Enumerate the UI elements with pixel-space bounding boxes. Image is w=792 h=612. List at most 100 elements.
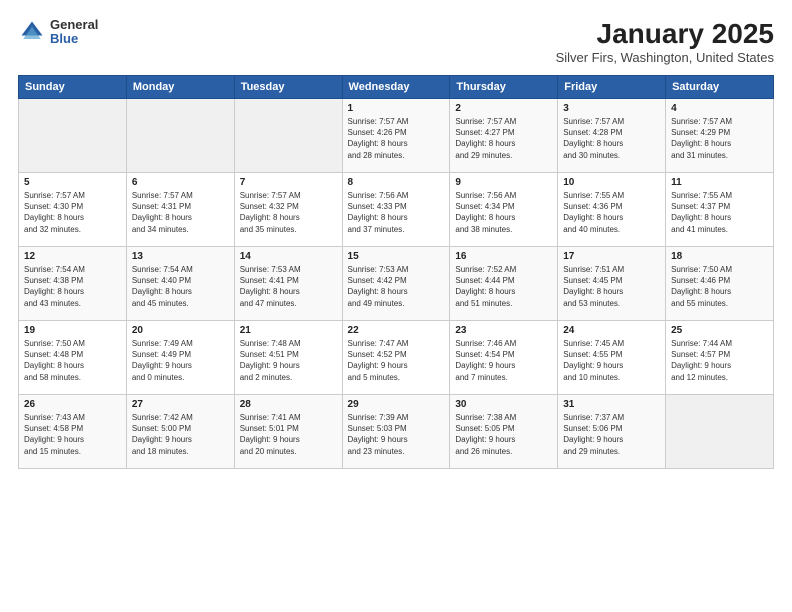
table-row: 4 Sunrise: 7:57 AM Sunset: 4:29 PM Daylig… (666, 99, 774, 173)
day-number: 12 (24, 251, 121, 262)
day-info: Sunrise: 7:50 AM Sunset: 4:48 PM Dayligh… (24, 338, 121, 383)
calendar-week-row: 5 Sunrise: 7:57 AM Sunset: 4:30 PM Daylig… (19, 173, 774, 247)
day-number: 14 (240, 251, 337, 262)
day-number: 30 (455, 399, 552, 410)
day-info: Sunrise: 7:53 AM Sunset: 4:41 PM Dayligh… (240, 264, 337, 309)
col-wednesday: Wednesday (342, 76, 450, 99)
calendar-table: Sunday Monday Tuesday Wednesday Thursday… (18, 75, 774, 469)
table-row: 22 Sunrise: 7:47 AM Sunset: 4:52 PM Dayli… (342, 321, 450, 395)
day-info: Sunrise: 7:57 AM Sunset: 4:29 PM Dayligh… (671, 116, 768, 161)
day-info: Sunrise: 7:39 AM Sunset: 5:03 PM Dayligh… (348, 412, 445, 457)
day-info: Sunrise: 7:53 AM Sunset: 4:42 PM Dayligh… (348, 264, 445, 309)
table-row: 7Sunrise: 7:57 AM Sunset: 4:32 PM Daylig… (234, 173, 342, 247)
day-info: Sunrise: 7:52 AM Sunset: 4:44 PM Dayligh… (455, 264, 552, 309)
table-row (234, 99, 342, 173)
logo-icon (18, 18, 46, 46)
logo: General Blue (18, 18, 98, 47)
day-number: 31 (563, 399, 660, 410)
day-number: 10 (563, 177, 660, 188)
table-row: 21 Sunrise: 7:48 AM Sunset: 4:51 PM Dayli… (234, 321, 342, 395)
col-tuesday: Tuesday (234, 76, 342, 99)
logo-general: General (50, 18, 98, 32)
table-row: 24 Sunrise: 7:45 AM Sunset: 4:55 PM Dayli… (558, 321, 666, 395)
table-row: 27 Sunrise: 7:42 AM Sunset: 5:00 PM Dayli… (126, 395, 234, 469)
day-number: 25 (671, 325, 768, 336)
logo-blue: Blue (50, 32, 98, 46)
table-row: 30 Sunrise: 7:38 AM Sunset: 5:05 PM Dayli… (450, 395, 558, 469)
day-number: 26 (24, 399, 121, 410)
table-row (19, 99, 127, 173)
table-row: 15Sunrise: 7:53 AM Sunset: 4:42 PM Dayli… (342, 247, 450, 321)
day-info: Sunrise: 7:37 AM Sunset: 5:06 PM Dayligh… (563, 412, 660, 457)
day-number: 23 (455, 325, 552, 336)
day-info: Sunrise: 7:38 AM Sunset: 5:05 PM Dayligh… (455, 412, 552, 457)
day-number: 9 (455, 177, 552, 188)
day-info: Sunrise: 7:56 AM Sunset: 4:33 PM Dayligh… (348, 190, 445, 235)
day-number: 8 (348, 177, 445, 188)
day-info: Sunrise: 7:55 AM Sunset: 4:36 PM Dayligh… (563, 190, 660, 235)
table-row: 28 Sunrise: 7:41 AM Sunset: 5:01 PM Dayli… (234, 395, 342, 469)
main-title: January 2025 (556, 18, 774, 50)
day-number: 28 (240, 399, 337, 410)
day-info: Sunrise: 7:57 AM Sunset: 4:30 PM Dayligh… (24, 190, 121, 235)
calendar-week-row: 26Sunrise: 7:43 AM Sunset: 4:58 PM Dayli… (19, 395, 774, 469)
day-info: Sunrise: 7:48 AM Sunset: 4:51 PM Dayligh… (240, 338, 337, 383)
day-info: Sunrise: 7:49 AM Sunset: 4:49 PM Dayligh… (132, 338, 229, 383)
calendar-week-row: 19Sunrise: 7:50 AM Sunset: 4:48 PM Dayli… (19, 321, 774, 395)
col-saturday: Saturday (666, 76, 774, 99)
table-row: 25Sunrise: 7:44 AM Sunset: 4:57 PM Dayli… (666, 321, 774, 395)
day-info: Sunrise: 7:47 AM Sunset: 4:52 PM Dayligh… (348, 338, 445, 383)
day-number: 11 (671, 177, 768, 188)
day-info: Sunrise: 7:57 AM Sunset: 4:26 PM Dayligh… (348, 116, 445, 161)
day-info: Sunrise: 7:50 AM Sunset: 4:46 PM Dayligh… (671, 264, 768, 309)
day-info: Sunrise: 7:57 AM Sunset: 4:27 PM Dayligh… (455, 116, 552, 161)
day-info: Sunrise: 7:42 AM Sunset: 5:00 PM Dayligh… (132, 412, 229, 457)
day-number: 3 (563, 103, 660, 114)
day-info: Sunrise: 7:46 AM Sunset: 4:54 PM Dayligh… (455, 338, 552, 383)
day-number: 5 (24, 177, 121, 188)
table-row: 12Sunrise: 7:54 AM Sunset: 4:38 PM Dayli… (19, 247, 127, 321)
table-row: 1 Sunrise: 7:57 AM Sunset: 4:26 PM Daylig… (342, 99, 450, 173)
day-info: Sunrise: 7:57 AM Sunset: 4:32 PM Dayligh… (240, 190, 337, 235)
calendar-page: General Blue January 2025 Silver Firs, W… (0, 0, 792, 612)
day-number: 4 (671, 103, 768, 114)
day-number: 6 (132, 177, 229, 188)
day-number: 21 (240, 325, 337, 336)
day-info: Sunrise: 7:45 AM Sunset: 4:55 PM Dayligh… (563, 338, 660, 383)
table-row: 13 Sunrise: 7:54 AM Sunset: 4:40 PM Dayli… (126, 247, 234, 321)
table-row: 10 Sunrise: 7:55 AM Sunset: 4:36 PM Dayli… (558, 173, 666, 247)
day-number: 20 (132, 325, 229, 336)
table-row: 19Sunrise: 7:50 AM Sunset: 4:48 PM Dayli… (19, 321, 127, 395)
col-friday: Friday (558, 76, 666, 99)
col-monday: Monday (126, 76, 234, 99)
day-number: 16 (455, 251, 552, 262)
table-row: 23 Sunrise: 7:46 AM Sunset: 4:54 PM Dayli… (450, 321, 558, 395)
table-row: 11 Sunrise: 7:55 AM Sunset: 4:37 PM Dayli… (666, 173, 774, 247)
day-info: Sunrise: 7:55 AM Sunset: 4:37 PM Dayligh… (671, 190, 768, 235)
table-row: 18 Sunrise: 7:50 AM Sunset: 4:46 PM Dayli… (666, 247, 774, 321)
table-row: 16 Sunrise: 7:52 AM Sunset: 4:44 PM Dayli… (450, 247, 558, 321)
table-row: 20 Sunrise: 7:49 AM Sunset: 4:49 PM Dayli… (126, 321, 234, 395)
day-number: 18 (671, 251, 768, 262)
day-info: Sunrise: 7:56 AM Sunset: 4:34 PM Dayligh… (455, 190, 552, 235)
day-number: 13 (132, 251, 229, 262)
calendar-week-row: 1 Sunrise: 7:57 AM Sunset: 4:26 PM Daylig… (19, 99, 774, 173)
col-thursday: Thursday (450, 76, 558, 99)
table-row: 3Sunrise: 7:57 AM Sunset: 4:28 PM Daylig… (558, 99, 666, 173)
day-info: Sunrise: 7:54 AM Sunset: 4:40 PM Dayligh… (132, 264, 229, 309)
day-number: 24 (563, 325, 660, 336)
day-number: 22 (348, 325, 445, 336)
table-row: 14 Sunrise: 7:53 AM Sunset: 4:41 PM Dayli… (234, 247, 342, 321)
table-row: 2 Sunrise: 7:57 AM Sunset: 4:27 PM Daylig… (450, 99, 558, 173)
table-row: 31 Sunrise: 7:37 AM Sunset: 5:06 PM Dayli… (558, 395, 666, 469)
day-info: Sunrise: 7:41 AM Sunset: 5:01 PM Dayligh… (240, 412, 337, 457)
logo-text: General Blue (50, 18, 98, 47)
day-number: 27 (132, 399, 229, 410)
table-row: 17Sunrise: 7:51 AM Sunset: 4:45 PM Dayli… (558, 247, 666, 321)
table-row: 29Sunrise: 7:39 AM Sunset: 5:03 PM Dayli… (342, 395, 450, 469)
day-number: 1 (348, 103, 445, 114)
calendar-header-row: Sunday Monday Tuesday Wednesday Thursday… (19, 76, 774, 99)
day-number: 2 (455, 103, 552, 114)
day-info: Sunrise: 7:57 AM Sunset: 4:31 PM Dayligh… (132, 190, 229, 235)
calendar-week-row: 12Sunrise: 7:54 AM Sunset: 4:38 PM Dayli… (19, 247, 774, 321)
